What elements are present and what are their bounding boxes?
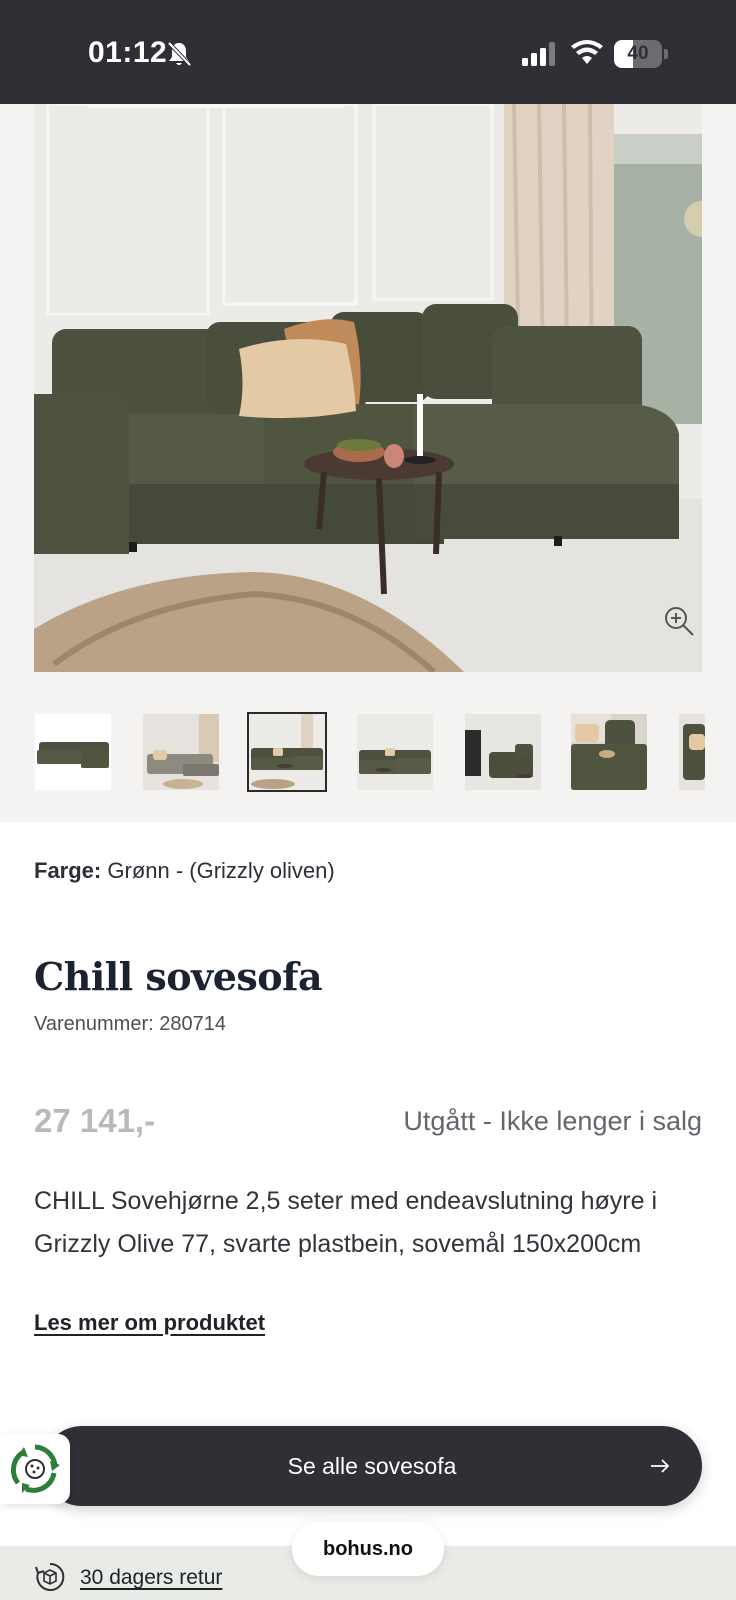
thumbnail-4[interactable] [357, 714, 433, 790]
status-time: 01:12 [88, 36, 168, 69]
cta-label: Se alle sovesofa [287, 1453, 457, 1479]
thumbnail-1[interactable] [35, 714, 111, 790]
recycle-icon [10, 1444, 60, 1493]
thumbnail-3[interactable] [247, 712, 327, 792]
sustainability-badge[interactable] [0, 1434, 70, 1504]
product-sku: Varenummer: 280714 [34, 1013, 226, 1035]
product-price: 27 141,- [34, 1102, 156, 1139]
zoom-icon[interactable] [662, 604, 696, 638]
product-main-image[interactable] [34, 104, 702, 672]
status-bar: 01:12 40 [0, 0, 736, 104]
wifi-icon [571, 40, 603, 64]
bell-muted-icon [167, 41, 192, 67]
availability-status: Utgått - Ikke lenger i salg [403, 1106, 702, 1136]
product-title: Chill sovesofa [34, 954, 323, 999]
product-description: CHILL Sovehjørne 2,5 seter med endeavslu… [34, 1187, 658, 1258]
return-box-icon [35, 1562, 65, 1591]
product-gallery [0, 104, 736, 822]
thumbnail-2[interactable] [143, 714, 219, 790]
read-more-link[interactable]: Les mer om produktet [34, 1310, 265, 1336]
battery-indicator: 40 [614, 40, 668, 68]
return-policy-link[interactable]: 30 dagers retur [80, 1566, 222, 1590]
thumbnail-strip [0, 708, 736, 792]
color-value: Grønn - (Grizzly oliven) [107, 858, 335, 883]
browser-domain-pill[interactable]: bohus.no [292, 1522, 444, 1576]
arrow-right-icon [651, 1459, 670, 1473]
thumbnail-7[interactable] [679, 714, 705, 790]
color-label: Farge: [34, 858, 102, 883]
signal-icon [522, 42, 555, 66]
color-info: Farge: Grønn - (Grizzly oliven) [34, 858, 335, 884]
battery-percentage: 40 [627, 43, 649, 64]
see-all-sofa-beds-button[interactable]: Se alle sovesofa [42, 1426, 702, 1506]
thumbnail-6[interactable] [571, 714, 647, 790]
thumbnail-5[interactable] [465, 714, 541, 790]
